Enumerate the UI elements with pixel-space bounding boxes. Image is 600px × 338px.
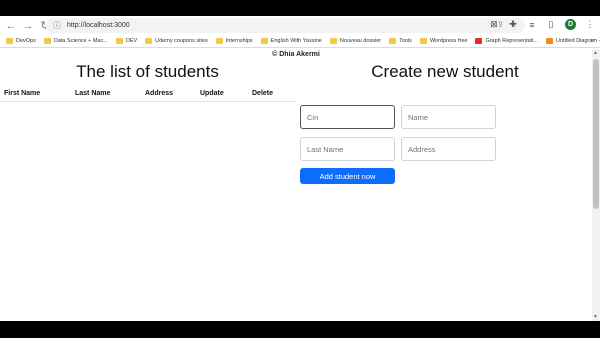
folder-icon bbox=[329, 38, 337, 44]
bookmark-item[interactable]: Internships bbox=[215, 38, 253, 44]
bookmarks-overflow-icon[interactable]: » bbox=[591, 38, 594, 44]
bookmark-label: DevOps bbox=[16, 38, 36, 44]
folder-icon bbox=[260, 38, 268, 44]
side-panel-icon[interactable]: ▯ bbox=[546, 19, 556, 30]
bookmark-item[interactable]: Graph Representati... bbox=[475, 38, 538, 44]
folder-icon bbox=[145, 38, 153, 44]
scroll-up-icon[interactable]: ▲ bbox=[593, 50, 598, 56]
scrollbar-thumb[interactable] bbox=[593, 59, 599, 209]
bookmark-label: Wordpress free bbox=[429, 38, 468, 44]
folder-icon bbox=[115, 38, 123, 44]
bookmark-label: Tools bbox=[399, 38, 412, 44]
back-icon[interactable]: ← bbox=[4, 19, 18, 33]
bookmark-label: Udemy coupons sites bbox=[155, 38, 208, 44]
name-placeholder: Name bbox=[408, 112, 429, 122]
bookmark-item[interactable]: DEV bbox=[115, 38, 138, 44]
url-text[interactable]: http://localhost:3000 bbox=[67, 22, 130, 29]
bottom-border bbox=[0, 321, 600, 338]
puzzle-icon[interactable]: ✚ bbox=[508, 19, 518, 30]
bookmark-item[interactable]: Udemy coupons sites bbox=[145, 38, 208, 44]
column-delete: Delete bbox=[252, 90, 274, 97]
bookmark-label: Data Science + Mac... bbox=[53, 38, 108, 44]
bookmark-item[interactable]: English With Yassine bbox=[260, 38, 322, 44]
bookmark-label: Nouveau dossier bbox=[339, 38, 382, 44]
youtube-icon bbox=[475, 38, 483, 44]
browser-toolbar: ← → ↻ ⓘ http://localhost:3000 ⇪ ☆ ⊠ ✚ ≡ … bbox=[0, 16, 600, 35]
bookmark-label: English With Yassine bbox=[270, 38, 322, 44]
column-first-name: First Name bbox=[4, 90, 41, 97]
site-info-icon[interactable]: ⓘ bbox=[52, 21, 62, 31]
folder-icon bbox=[389, 38, 397, 44]
column-update: Update bbox=[200, 90, 224, 97]
profile-avatar[interactable]: D bbox=[565, 19, 576, 30]
page-scrollbar[interactable]: ▲ ▼ bbox=[592, 49, 600, 321]
folder-icon bbox=[215, 38, 223, 44]
column-last-name: Last Name bbox=[75, 90, 111, 97]
address-placeholder: Address bbox=[408, 144, 436, 154]
bookmarks-bar: DevOps Data Science + Mac... DEV Udemy coup… bbox=[0, 35, 600, 48]
column-address: Address bbox=[145, 90, 174, 97]
cin-input[interactable]: Cin bbox=[300, 105, 395, 129]
bookmark-label: Graph Representati... bbox=[485, 38, 539, 44]
forward-icon[interactable]: → bbox=[21, 19, 35, 33]
add-student-button[interactable]: Add student now bbox=[300, 168, 395, 184]
students-table-header: First Name Last Name Address Update Dele… bbox=[0, 89, 296, 102]
last-name-input[interactable]: Last Name bbox=[300, 137, 395, 161]
bookmark-item[interactable]: Wordpress free bbox=[419, 38, 468, 44]
browser-window: ← → ↻ ⓘ http://localhost:3000 ⇪ ☆ ⊠ ✚ ≡ … bbox=[0, 16, 600, 321]
bookmark-item[interactable]: Data Science + Mac... bbox=[43, 38, 108, 44]
folder-icon bbox=[43, 38, 51, 44]
menu-icon[interactable]: ⋮ bbox=[585, 19, 595, 30]
create-title: Create new student bbox=[371, 62, 519, 81]
credit-text: © Dhia Akermi bbox=[272, 51, 320, 58]
cin-placeholder: Cin bbox=[307, 112, 319, 122]
bookmark-label: Internships bbox=[225, 38, 253, 44]
address-input[interactable]: Address bbox=[401, 137, 496, 161]
bookmark-label: DEV bbox=[125, 38, 138, 44]
bookmark-item[interactable]: DevOps bbox=[6, 38, 36, 44]
scroll-down-icon[interactable]: ▼ bbox=[593, 314, 598, 320]
page-content: © Dhia Akermi The list of students First… bbox=[0, 49, 592, 321]
bookmark-item[interactable]: Nouveau dossier bbox=[329, 38, 382, 44]
diagram-icon bbox=[546, 38, 554, 44]
list-title: The list of students bbox=[76, 62, 219, 81]
folder-icon bbox=[6, 38, 13, 44]
reading-list-icon[interactable]: ≡ bbox=[527, 20, 537, 30]
folder-icon bbox=[419, 38, 427, 44]
last-name-placeholder: Last Name bbox=[307, 144, 344, 154]
name-input[interactable]: Name bbox=[401, 105, 496, 129]
extension-icon[interactable]: ⊠ bbox=[489, 19, 499, 30]
bookmark-item[interactable]: Tools bbox=[389, 38, 412, 44]
address-bar[interactable]: ⓘ http://localhost:3000 ⇪ ☆ bbox=[46, 18, 525, 33]
screen-frame: ← → ↻ ⓘ http://localhost:3000 ⇪ ☆ ⊠ ✚ ≡ … bbox=[0, 0, 600, 338]
